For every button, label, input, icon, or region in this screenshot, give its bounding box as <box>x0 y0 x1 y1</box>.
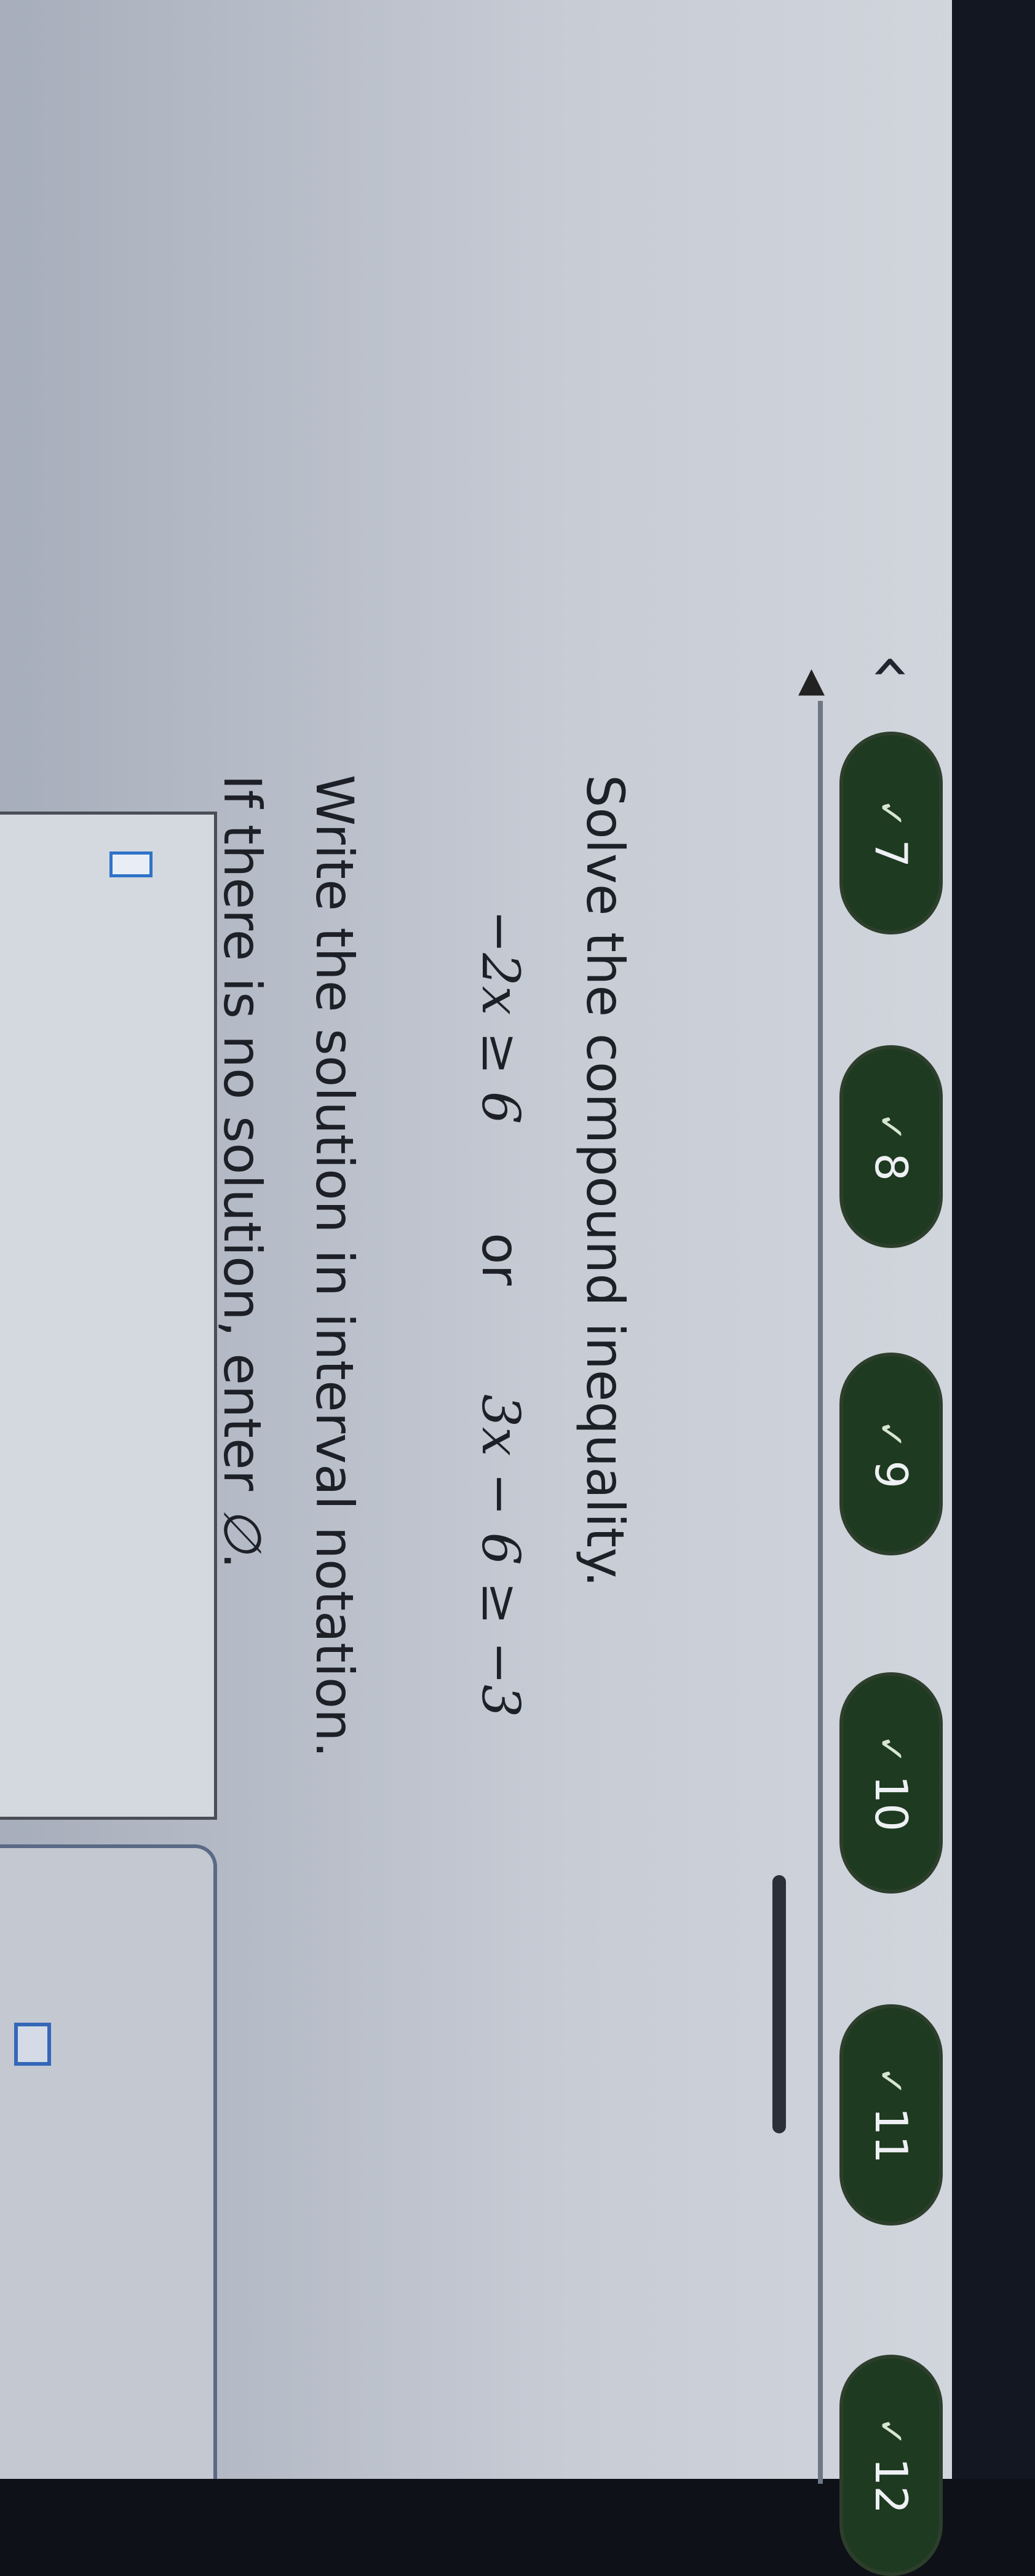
inequality-connector: or <box>470 1233 531 1286</box>
check-icon: ✓ <box>870 2416 912 2447</box>
question-number: 12 <box>865 2457 917 2515</box>
question-number: 10 <box>865 1775 917 1832</box>
triangle-left-icon[interactable]: ◀ <box>794 664 834 701</box>
question-12-button[interactable]: ✓ 12 <box>839 2355 943 2576</box>
instruction-interval: Write the solution in interval notation. <box>304 775 365 1758</box>
scrollbar[interactable] <box>772 1875 786 2133</box>
divider <box>818 701 823 2484</box>
screen: ‹ ✓ 7 ✓ 8 ✓ 9 ✓ 10 ✓ 11 ✓ 12 ◀ Solve the… <box>0 0 1035 2576</box>
question-prompt: Solve the compound inequality. <box>575 775 635 1587</box>
question-number: 8 <box>865 1153 917 1182</box>
check-icon: ✓ <box>870 798 912 829</box>
text-cursor <box>109 851 153 877</box>
math-keypad-panel[interactable] <box>0 1844 217 2479</box>
check-icon: ✓ <box>870 1734 912 1764</box>
check-icon: ✓ <box>870 1112 912 1142</box>
chevron-left-icon[interactable]: ‹ <box>854 639 933 695</box>
inequality-right: 3x − 6 ≥ −3 <box>470 1394 531 1718</box>
question-number: 9 <box>865 1460 917 1489</box>
instruction-suffix: . <box>212 1552 272 1569</box>
check-icon: ✓ <box>870 2066 912 2096</box>
question-9-button[interactable]: ✓ 9 <box>839 1353 943 1555</box>
instruction-prefix: If there is no solution, enter <box>212 775 272 1507</box>
empty-set-symbol: ∅ <box>212 1507 272 1553</box>
question-8-button[interactable]: ✓ 8 <box>839 1045 943 1248</box>
instruction-no-solution: If there is no solution, enter ∅. <box>212 775 272 1569</box>
inequality-left: −2x ≥ 6 <box>470 910 531 1124</box>
square-bracket-icon[interactable] <box>14 2023 51 2066</box>
question-11-button[interactable]: ✓ 11 <box>839 2004 943 2226</box>
compound-inequality: −2x ≥ 6 or 3x − 6 ≥ −3 <box>470 910 531 1717</box>
answer-input[interactable] <box>0 812 217 1820</box>
question-number: 11 <box>865 2107 917 2164</box>
check-icon: ✓ <box>870 1419 912 1450</box>
question-number: 7 <box>865 839 917 868</box>
question-7-button[interactable]: ✓ 7 <box>839 732 943 934</box>
question-10-button[interactable]: ✓ 10 <box>839 1672 943 1894</box>
top-bar <box>952 0 1035 2479</box>
